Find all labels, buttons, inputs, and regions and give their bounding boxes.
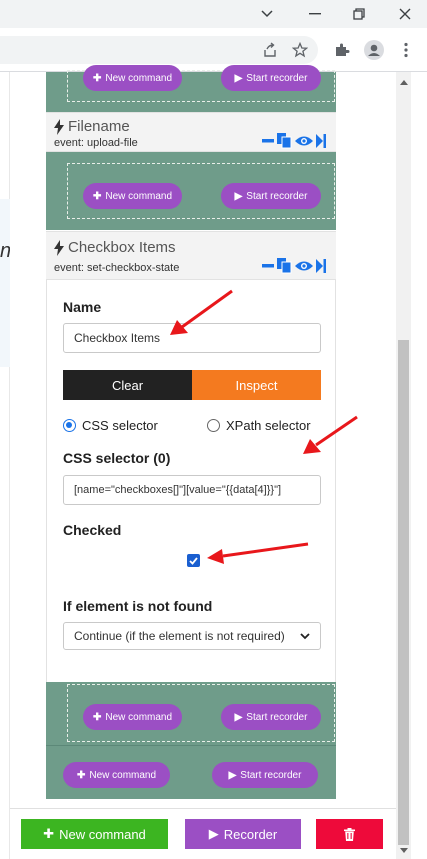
close-icon[interactable] (392, 4, 418, 24)
browser-toolbar (0, 28, 427, 72)
page-content: n ✚ New command ▶ Start recorder Filename … (0, 65, 427, 859)
play-icon: ▶ (208, 826, 219, 841)
scroll-down-icon[interactable] (398, 844, 409, 856)
footer-recorder-button[interactable]: ▶ Recorder (185, 819, 301, 849)
restore-icon[interactable] (346, 4, 372, 24)
annotation-arrow-icon (303, 415, 358, 454)
extension-icon[interactable] (330, 38, 354, 62)
star-icon[interactable] (288, 38, 312, 62)
profile-icon[interactable] (362, 38, 386, 62)
footer-bar: ✚ New command ▶ Recorder (10, 808, 396, 859)
annotation-arrow-icon (170, 289, 233, 335)
plus-icon: ✚ (43, 826, 55, 841)
scrollbar-thumb[interactable] (398, 340, 409, 845)
browser-titlebar (0, 0, 427, 28)
annotation-arrows (170, 289, 358, 564)
footer-delete-button[interactable] (316, 819, 383, 849)
share-icon[interactable] (258, 38, 282, 62)
chevron-down-icon[interactable] (254, 4, 280, 24)
annotation-arrow-icon (207, 542, 309, 564)
more-icon[interactable] (394, 38, 418, 62)
scroll-up-icon[interactable] (398, 76, 409, 88)
footer-new-command-button[interactable]: ✚ New command (21, 819, 168, 849)
trash-icon (344, 827, 355, 841)
minimize-icon[interactable] (302, 4, 328, 24)
screen: n ✚ New command ▶ Start recorder Filename … (0, 0, 427, 859)
